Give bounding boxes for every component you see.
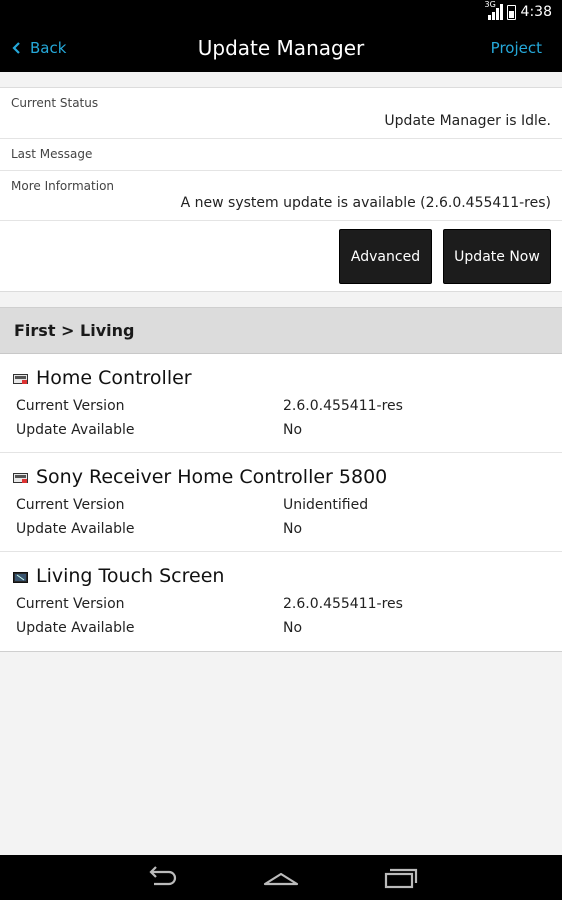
action-bar: Update Manager Back Project <box>0 24 562 72</box>
device-item-home-controller[interactable]: Home Controller Current Version 2.6.0.45… <box>0 354 562 453</box>
status-bar: 3G 4:38 <box>0 0 562 24</box>
controller-device-icon <box>13 374 28 384</box>
device-name: Living Touch Screen <box>36 565 225 587</box>
nav-home-icon[interactable] <box>261 863 301 891</box>
receiver-controller-device-icon <box>13 473 28 483</box>
device-item-sony-receiver[interactable]: Sony Receiver Home Controller 5800 Curre… <box>0 453 562 552</box>
project-button[interactable]: Project <box>491 24 542 72</box>
current-status-value: Update Manager is Idle. <box>384 113 551 129</box>
advanced-button[interactable]: Advanced <box>339 229 432 284</box>
status-panel: Current Status Update Manager is Idle. L… <box>0 87 562 292</box>
section-header: First > Living <box>0 307 562 354</box>
device-list: Home Controller Current Version 2.6.0.45… <box>0 354 562 652</box>
nav-back-icon[interactable] <box>142 863 182 891</box>
current-status-label: Current Status <box>11 96 99 110</box>
update-available-value: No <box>283 521 303 537</box>
nav-recents-icon[interactable] <box>381 863 421 891</box>
current-version-value: 2.6.0.455411-res <box>283 398 403 414</box>
update-available-label: Update Available <box>16 422 135 438</box>
update-available-label: Update Available <box>16 521 135 537</box>
battery-icon <box>506 4 516 20</box>
back-label: Back <box>30 39 67 57</box>
update-available-value: No <box>283 620 303 636</box>
page-title: Update Manager <box>197 36 365 60</box>
device-name: Sony Receiver Home Controller 5800 <box>36 466 388 488</box>
update-now-button[interactable]: Update Now <box>443 229 551 284</box>
current-status-row: Current Status Update Manager is Idle. <box>0 88 562 139</box>
device-item-living-touch-screen[interactable]: Living Touch Screen Current Version 2.6.… <box>0 552 562 651</box>
update-available-label: Update Available <box>16 620 135 636</box>
current-version-value: 2.6.0.455411-res <box>283 596 403 612</box>
network-type: 3G <box>484 0 496 9</box>
more-information-row: More Information A new system update is … <box>0 171 562 221</box>
last-message-row: Last Message <box>0 139 562 171</box>
navigation-bar <box>0 855 562 900</box>
last-message-label: Last Message <box>11 147 93 161</box>
more-information-label: More Information <box>11 179 115 193</box>
clock: 4:38 <box>520 4 552 20</box>
more-information-value: A new system update is available (2.6.0.… <box>180 195 551 211</box>
back-button[interactable]: Back <box>10 24 66 72</box>
touch-screen-device-icon <box>13 572 28 583</box>
device-name: Home Controller <box>36 367 192 389</box>
current-version-label: Current Version <box>16 497 125 513</box>
signal-icon: 3G <box>484 0 503 20</box>
chevron-left-icon <box>12 42 20 54</box>
update-available-value: No <box>283 422 303 438</box>
current-version-label: Current Version <box>16 596 125 612</box>
section-title: First > Living <box>14 321 135 340</box>
status-icons: 3G 4:38 <box>484 0 552 22</box>
current-version-value: Unidentified <box>283 497 369 513</box>
current-version-label: Current Version <box>16 398 125 414</box>
